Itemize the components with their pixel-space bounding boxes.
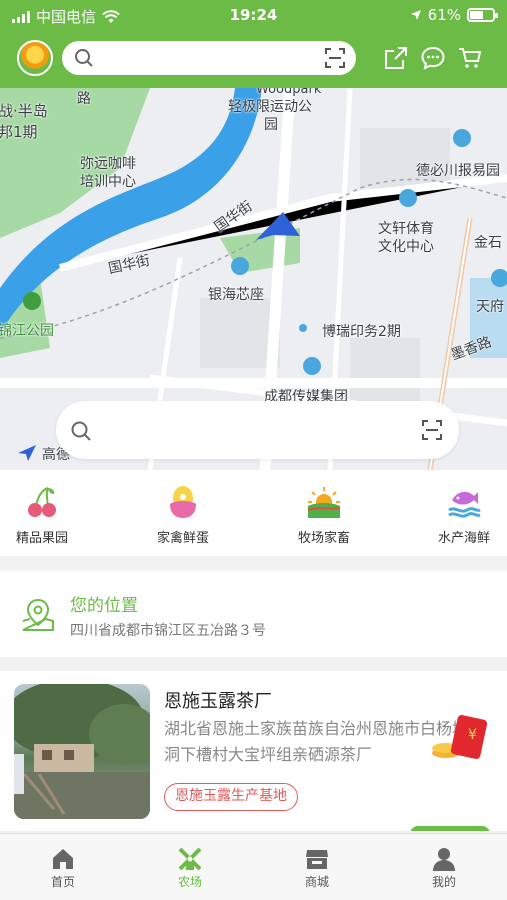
map-label: 战·半岛 xyxy=(0,102,48,120)
map-label: 邦1期 xyxy=(0,123,38,141)
avatar[interactable] xyxy=(17,40,53,76)
category-label: 牧场家畜 xyxy=(297,531,350,546)
category-label: 水产海鲜 xyxy=(437,531,490,546)
location-address: 四川省成都市锦江区五冶路３号 xyxy=(70,623,266,639)
scan-icon[interactable] xyxy=(324,47,346,69)
map-label: 园 xyxy=(264,117,278,133)
map-label: 锦江公园 xyxy=(0,323,54,339)
farm-name: 恩施玉露茶厂 xyxy=(164,691,272,712)
category-item-poultry[interactable]: 家禽鲜蛋 xyxy=(133,470,233,556)
farm-tag: 恩施玉露生产基地 xyxy=(164,783,298,811)
more-button[interactable] xyxy=(410,826,490,831)
category-item-livestock[interactable]: 牧场家畜 xyxy=(274,470,374,556)
map-pin-icon xyxy=(22,598,54,631)
tab-label: 我的 xyxy=(431,875,456,889)
location-title: 您的位置 xyxy=(70,596,138,616)
message-icon[interactable] xyxy=(420,45,446,71)
top-search-input[interactable] xyxy=(102,47,312,69)
tab-label: 首页 xyxy=(50,875,75,889)
map-search-input[interactable] xyxy=(102,418,402,442)
cart-icon[interactable] xyxy=(457,45,483,71)
battery-icon xyxy=(467,8,498,22)
tab-label: 商城 xyxy=(304,875,329,889)
search-icon xyxy=(71,421,91,441)
map-label: 银海芯座 xyxy=(208,287,264,303)
category-item-seafood[interactable]: 水产海鲜 xyxy=(414,470,507,556)
location-card[interactable]: 您的位置 四川省成都市锦江区五冶路３号 xyxy=(0,571,507,657)
red-packet-icon[interactable]: ¥ xyxy=(430,715,490,761)
farm-card[interactable]: 恩施玉露茶厂 湖北省恩施土家族苗族自治州恩施市白杨坪乡洞下槽村大宝坪组亲硒源茶厂… xyxy=(0,671,507,831)
egg-icon xyxy=(170,486,196,518)
store-icon xyxy=(306,850,328,869)
tab-profile[interactable]: 我的 xyxy=(381,834,507,900)
map-label: 金石 xyxy=(474,235,502,251)
map-label: 文轩体育 xyxy=(378,221,434,237)
tab-farm[interactable]: 农场 xyxy=(127,834,253,900)
map-label: 德必川报易园 xyxy=(416,163,500,179)
category-row: 精品果园 家禽鲜蛋 牧场家畜 水产海鲜 xyxy=(0,470,507,556)
map-search-bar[interactable] xyxy=(56,401,459,459)
sunrise-field-icon xyxy=(307,487,341,518)
red-packet-symbol: ¥ xyxy=(468,727,477,743)
map-label: 轻极限运动公 xyxy=(228,99,312,115)
map-label: 培训中心 xyxy=(80,174,136,190)
category-label: 精品果园 xyxy=(15,531,68,546)
windmill-icon xyxy=(178,847,202,871)
top-search-bar[interactable] xyxy=(62,41,356,75)
map-label: 文化中心 xyxy=(378,239,434,255)
category-item-orchard[interactable]: 精品果园 xyxy=(0,470,92,556)
location-arrow-icon xyxy=(410,10,421,20)
status-bar: 中国电信 19:24 61% xyxy=(0,0,507,32)
category-label: 家禽鲜蛋 xyxy=(156,531,209,546)
map-label: 博瑞印务2期 xyxy=(322,324,401,340)
fish-icon xyxy=(448,491,481,518)
tab-store[interactable]: 商城 xyxy=(254,834,380,900)
map-label: 弥远咖啡 xyxy=(80,156,136,172)
share-icon[interactable] xyxy=(383,45,409,71)
search-icon xyxy=(75,49,93,67)
home-icon xyxy=(53,849,73,869)
scan-icon[interactable] xyxy=(421,419,443,441)
tab-label: 农场 xyxy=(177,875,202,889)
battery-percent: 61% xyxy=(427,6,461,24)
farm-photo xyxy=(14,684,150,819)
user-icon xyxy=(433,848,455,871)
tab-home[interactable]: 首页 xyxy=(0,834,126,900)
map-label: 路 xyxy=(77,91,91,107)
map-logo-arrow-icon xyxy=(18,445,36,461)
map-label: 天府 xyxy=(476,299,504,315)
top-bar: 中国电信 19:24 61% xyxy=(0,0,507,88)
tab-bar: 首页 农场 商城 我的 xyxy=(0,833,507,900)
cherry-icon xyxy=(28,487,56,517)
